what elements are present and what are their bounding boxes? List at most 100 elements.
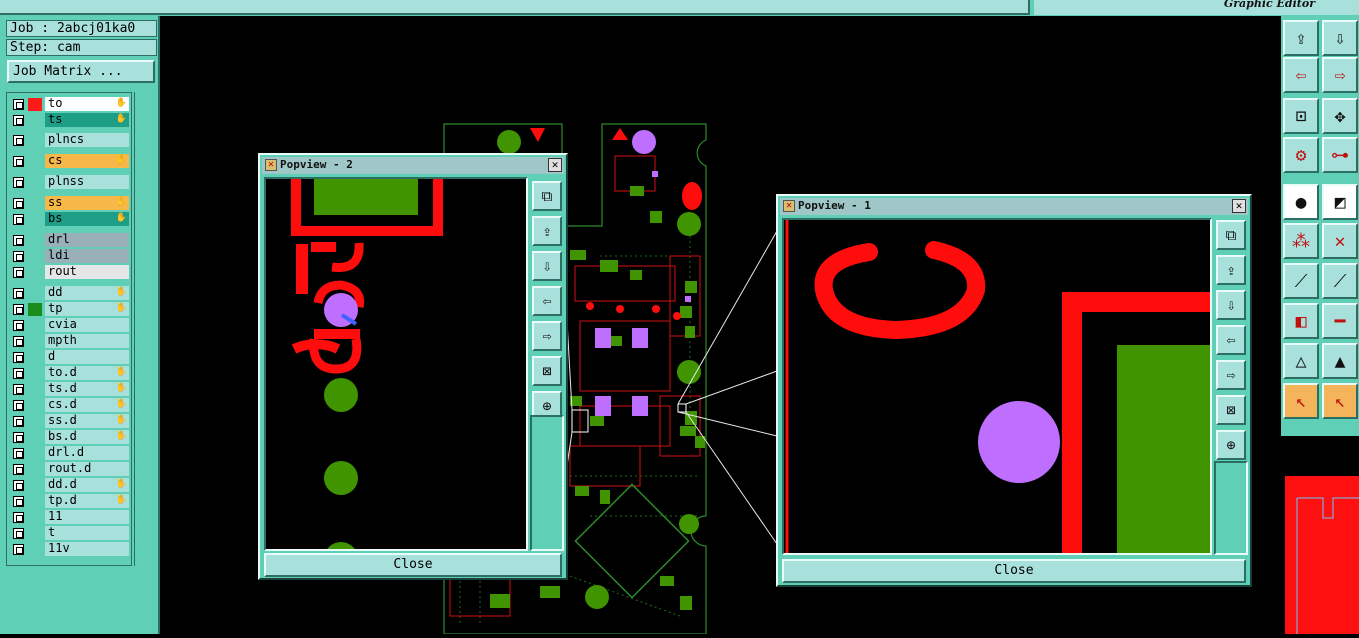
layer-row-dd-d[interactable]: dd.d ✋: [11, 478, 131, 492]
layer-color-swatch[interactable]: [28, 479, 42, 492]
layer-color-swatch[interactable]: [28, 367, 42, 380]
layer-checkbox[interactable]: [13, 400, 24, 411]
layer-row-cs-d[interactable]: cs.d ✋: [11, 398, 131, 412]
layer-color-swatch[interactable]: [28, 114, 42, 127]
layer-color-swatch[interactable]: [28, 351, 42, 364]
layer-row-d[interactable]: d: [11, 350, 131, 364]
pan-left-icon[interactable]: ⇦: [532, 286, 562, 316]
layer-name[interactable]: dd.d ✋: [45, 478, 129, 492]
layer-checkbox[interactable]: [13, 416, 24, 427]
layer-name[interactable]: 11v: [45, 542, 129, 556]
popview-2-close-button[interactable]: Close: [264, 553, 562, 577]
layer-row-ts[interactable]: ts ✋: [11, 113, 131, 127]
dot-icon[interactable]: ●: [1283, 184, 1319, 220]
layer-checkbox[interactable]: [13, 496, 24, 507]
layer-name[interactable]: cvia: [45, 318, 129, 332]
layer-checkbox[interactable]: [13, 177, 24, 188]
pan-right-icon[interactable]: ⇨: [1322, 57, 1358, 93]
layer-color-swatch[interactable]: [28, 266, 42, 279]
zoom-center-icon[interactable]: ⊕: [1216, 430, 1246, 460]
popview-1-scroll[interactable]: [1214, 461, 1248, 555]
layer-color-swatch[interactable]: [28, 98, 42, 111]
layer-name[interactable]: t: [45, 526, 129, 540]
pan-right-icon[interactable]: ⇨: [1216, 360, 1246, 390]
minimap[interactable]: [1281, 436, 1359, 634]
layer-name[interactable]: rout.d: [45, 462, 129, 476]
pan-right-icon[interactable]: ⇨: [532, 321, 562, 351]
layer-name[interactable]: drl: [45, 233, 129, 247]
layer-name[interactable]: ss ✋: [45, 196, 129, 210]
layer-color-swatch[interactable]: [28, 511, 42, 524]
line-red-icon[interactable]: ⟋: [1283, 263, 1319, 299]
layer-row-dd[interactable]: dd ✋: [11, 286, 131, 300]
line-blue-icon[interactable]: ⟋: [1322, 263, 1358, 299]
cross-icon[interactable]: ✕: [1322, 223, 1358, 259]
layer-color-swatch[interactable]: [28, 527, 42, 540]
layer-color-swatch[interactable]: [28, 303, 42, 316]
center-icon[interactable]: ✥: [1322, 98, 1358, 134]
layer-row-tp[interactable]: tp ✋: [11, 302, 131, 316]
zoom-out-down-icon[interactable]: ⇩: [1322, 20, 1358, 56]
layer-name[interactable]: mpth: [45, 334, 129, 348]
layer-color-swatch[interactable]: [28, 415, 42, 428]
layer-name[interactable]: to.d ✋: [45, 366, 129, 380]
select-area-icon[interactable]: ◩: [1322, 184, 1358, 220]
layer-color-swatch[interactable]: [28, 234, 42, 247]
layer-checkbox[interactable]: [13, 115, 24, 126]
layer-name[interactable]: bs ✋: [45, 212, 129, 226]
layer-checkbox[interactable]: [13, 336, 24, 347]
measure-icon[interactable]: ⚙: [1283, 137, 1319, 173]
layer-checkbox[interactable]: [13, 432, 24, 443]
layer-checkbox[interactable]: [13, 512, 24, 523]
pan-left-icon[interactable]: ⇦: [1283, 57, 1319, 93]
layer-color-swatch[interactable]: [28, 335, 42, 348]
popview-2-titlebar[interactable]: ✕ Popview - 2 ✕: [262, 157, 564, 174]
layer-row-rout-d[interactable]: rout.d: [11, 462, 131, 476]
layer-color-swatch[interactable]: [28, 197, 42, 210]
layer-name[interactable]: ts ✋: [45, 113, 129, 127]
layer-color-swatch[interactable]: [28, 250, 42, 263]
layer-row-11[interactable]: 11: [11, 510, 131, 524]
layer-color-swatch[interactable]: [28, 287, 42, 300]
layer-name[interactable]: plnss: [45, 175, 129, 189]
layer-checkbox[interactable]: [13, 156, 24, 167]
layer-color-swatch[interactable]: [28, 383, 42, 396]
layer-checkbox[interactable]: [13, 448, 24, 459]
triangle-alt-icon[interactable]: ▲: [1322, 343, 1358, 379]
popview-2-close-icon[interactable]: ✕: [548, 158, 562, 172]
layer-color-swatch[interactable]: [28, 431, 42, 444]
layer-color-swatch[interactable]: [28, 447, 42, 460]
layer-checkbox[interactable]: [13, 480, 24, 491]
layer-name[interactable]: cs ✋: [45, 154, 129, 168]
layer-row-cs[interactable]: cs ✋: [11, 154, 131, 168]
layer-name[interactable]: bs.d ✋: [45, 430, 129, 444]
layer-name[interactable]: drl.d: [45, 446, 129, 460]
layer-name[interactable]: dd ✋: [45, 286, 129, 300]
layer-checkbox[interactable]: [13, 235, 24, 246]
pointer-alt-icon[interactable]: ↖: [1322, 383, 1358, 419]
layer-row-drl-d[interactable]: drl.d: [11, 446, 131, 460]
layer-row-bs-d[interactable]: bs.d ✋: [11, 430, 131, 444]
layer-name[interactable]: ts.d ✋: [45, 382, 129, 396]
line-add-icon[interactable]: ━: [1322, 303, 1358, 339]
restore-icon[interactable]: ⧉: [532, 181, 562, 211]
pan-down-icon[interactable]: ⇩: [532, 251, 562, 281]
pointer-icon[interactable]: ↖: [1283, 383, 1319, 419]
job-matrix-button[interactable]: Job Matrix ...: [7, 60, 155, 83]
popview-1-titlebar[interactable]: ✕ Popview - 1 ✕: [780, 198, 1248, 215]
layer-checkbox[interactable]: [13, 464, 24, 475]
pan-up-icon[interactable]: ⇪: [1216, 255, 1246, 285]
layer-checkbox[interactable]: [13, 544, 24, 555]
layer-row-cvia[interactable]: cvia: [11, 318, 131, 332]
layer-name[interactable]: 11: [45, 510, 129, 524]
layer-checkbox[interactable]: [13, 304, 24, 315]
layer-name[interactable]: d: [45, 350, 129, 364]
layer-row-mpth[interactable]: mpth: [11, 334, 131, 348]
layer-name[interactable]: cs.d ✋: [45, 398, 129, 412]
layer-checkbox[interactable]: [13, 267, 24, 278]
layer-name[interactable]: ldi: [45, 249, 129, 263]
triangle-icon[interactable]: △: [1283, 343, 1319, 379]
layer-row-to[interactable]: to ✋: [11, 97, 131, 111]
layer-checkbox[interactable]: [13, 320, 24, 331]
zoom-in-up-icon[interactable]: ⇪: [1283, 20, 1319, 56]
